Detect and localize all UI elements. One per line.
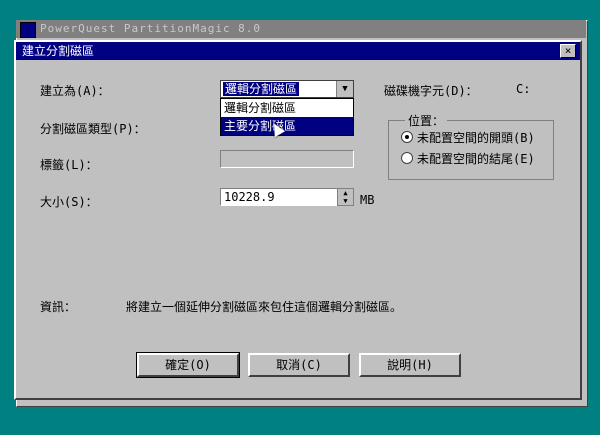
dropdown-option-primary[interactable]: 主要分割磁區 [221,117,353,135]
background-window-title: PowerQuest PartitionMagic 8.0 [40,22,262,35]
label-input[interactable] [220,150,354,168]
radio-start-label[interactable]: 未配置空間的開頭(B) [417,129,535,146]
size-input[interactable]: 10228.9 [220,188,338,206]
create-as-label: 建立為(A)： [40,84,110,98]
cancel-button[interactable]: 取消(C) [248,353,350,377]
ok-button[interactable]: 確定(O) [136,352,240,378]
size-label: 大小(S)： [40,195,98,209]
close-button[interactable]: × [560,44,576,58]
create-as-selected-value: 邏輯分割磁區 [223,82,300,96]
label-field-label: 標籤(L)： [40,158,98,172]
radio-start-of-unallocated[interactable] [401,131,413,143]
info-label: 資訊： [40,300,77,314]
close-icon: × [564,44,572,57]
drive-letter-label: 磁碟機字元(D)： [384,84,478,98]
size-spinner[interactable]: ▲ ▼ [337,188,354,206]
radio-end-of-unallocated[interactable] [401,152,413,164]
help-button[interactable]: 說明(H) [359,353,461,377]
create-partition-dialog: 建立分割磁區 × 建立為(A)： 邏輯分割磁區 ▼ 邏輯分割磁區 主要分割磁區 … [14,40,582,400]
info-text: 將建立一個延伸分割磁區來包住這個邏輯分割磁區。 [126,300,403,314]
chevron-down-icon[interactable]: ▼ [336,81,353,97]
create-as-dropdown-list: 邏輯分割磁區 主要分割磁區 [220,98,354,136]
background-window-titlebar: PowerQuest PartitionMagic 8.0 [16,20,586,38]
radio-end-label[interactable]: 未配置空間的結尾(E) [417,150,535,167]
dropdown-option-logical[interactable]: 邏輯分割磁區 [221,99,353,117]
app-icon [20,22,36,38]
dialog-titlebar: 建立分割磁區 × [16,42,580,60]
position-group: 位置： 未配置空間的開頭(B) 未配置空間的結尾(E) [388,112,554,180]
partition-type-label: 分割磁區類型(P)： [40,122,146,136]
position-group-legend: 位置： [405,112,448,129]
dialog-title: 建立分割磁區 [22,44,95,58]
create-as-combobox[interactable]: 邏輯分割磁區 ▼ [220,80,354,98]
size-unit: MB [360,193,375,207]
drive-letter-value[interactable]: C: [516,82,530,96]
